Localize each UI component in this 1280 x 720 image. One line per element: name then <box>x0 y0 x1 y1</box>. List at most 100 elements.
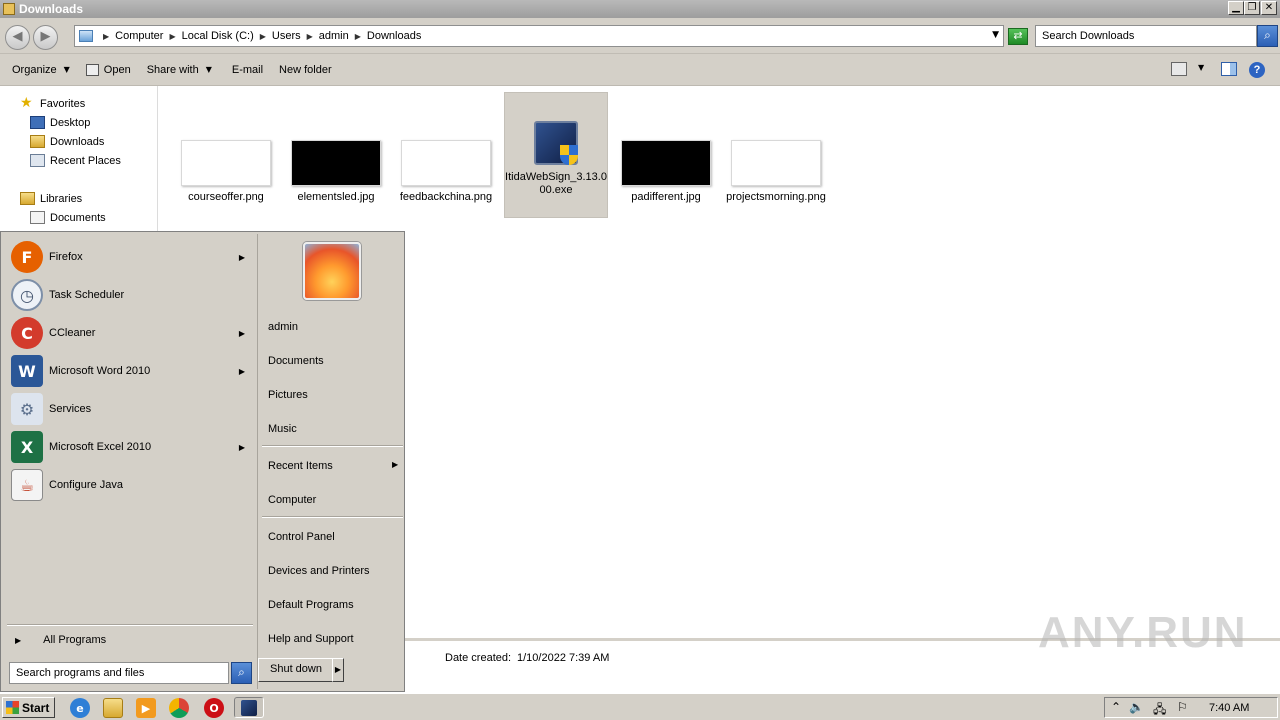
exe-installer-icon <box>534 121 578 165</box>
chevron-right-icon[interactable]: ▶ <box>169 32 175 41</box>
chrome-icon[interactable] <box>169 698 189 718</box>
nav-documents-label: Documents <box>50 211 106 224</box>
place-default-programs[interactable]: Default Programs <box>268 599 354 611</box>
breadcrumb-computer[interactable]: Computer <box>115 30 163 42</box>
address-bar[interactable]: ▶ Computer ▶ Local Disk (C:) ▶ Users ▶ a… <box>74 25 1004 47</box>
place-documents[interactable]: Documents <box>268 355 324 367</box>
shut-down-options-button[interactable]: ▶ <box>332 658 344 682</box>
minimize-button[interactable]: ▁ <box>1228 1 1244 15</box>
shut-down-button[interactable]: Shut down <box>258 658 334 682</box>
place-devices-printers[interactable]: Devices and Printers <box>268 565 370 577</box>
search-icon[interactable]: ⌕ <box>231 662 252 684</box>
uac-shield-icon <box>560 145 578 165</box>
forward-button[interactable]: ▶ <box>33 25 58 50</box>
chevron-right-icon[interactable]: ▶ <box>307 32 313 41</box>
close-button[interactable]: ✕ <box>1261 1 1277 15</box>
open-label: Open <box>103 63 131 76</box>
organize-button[interactable]: Organize ▼ <box>4 58 78 82</box>
chevron-right-icon: ▶ <box>238 328 245 338</box>
place-recent-items[interactable]: Recent Items ▶ <box>268 460 403 472</box>
place-computer[interactable]: Computer <box>268 494 316 506</box>
all-programs-button[interactable]: ▶ All Programs <box>15 634 106 646</box>
new-folder-label: New folder <box>279 63 332 76</box>
user-avatar[interactable] <box>303 242 361 300</box>
breadcrumb-downloads[interactable]: Downloads <box>367 30 421 42</box>
media-player-icon[interactable]: ▶ <box>136 698 156 718</box>
file-name: feedbackchina.png <box>399 191 493 203</box>
chevron-down-icon[interactable]: ▼ <box>992 30 999 40</box>
email-button[interactable]: E-mail <box>224 58 271 82</box>
refresh-button[interactable]: ⇄ <box>1008 28 1028 45</box>
program-excel[interactable]: X Microsoft Excel 2010 ▶ <box>11 429 251 465</box>
breadcrumb-users[interactable]: Users <box>272 30 301 42</box>
nav-documents[interactable]: Documents <box>30 211 106 224</box>
nav-favorites[interactable]: ★ Favorites <box>20 96 85 110</box>
new-folder-button[interactable]: New folder <box>271 58 340 82</box>
command-bar: Organize ▼ Open Share with ▼ E-mail New … <box>0 54 1280 86</box>
nav-downloads[interactable]: Downloads <box>30 135 104 148</box>
program-services[interactable]: ⚙ Services <box>11 391 251 427</box>
start-button[interactable]: Start <box>2 697 55 718</box>
file-item-selected[interactable]: ItidaWebSign_3.13.000.exe <box>504 92 608 218</box>
program-task-scheduler[interactable]: ◷ Task Scheduler <box>11 277 251 313</box>
start-menu-places: admin Documents Pictures Music Recent It… <box>257 234 404 689</box>
breadcrumb-local-disk[interactable]: Local Disk (C:) <box>182 30 254 42</box>
organize-label: Organize <box>12 63 57 76</box>
word-icon: W <box>11 355 43 387</box>
explorer-folder-icon[interactable] <box>103 698 123 718</box>
program-label: Microsoft Word 2010 <box>49 365 151 377</box>
chevron-down-icon[interactable]: ▼ <box>1198 63 1204 72</box>
file-item[interactable]: elementsled.jpg <box>284 140 388 204</box>
file-item[interactable]: projectsmorning.png <box>724 140 828 204</box>
place-control-panel[interactable]: Control Panel <box>268 531 335 543</box>
image-thumbnail <box>621 140 711 186</box>
preview-pane-icon[interactable] <box>1221 62 1237 76</box>
java-icon: ☕ <box>11 469 43 501</box>
program-label: Configure Java <box>49 479 123 491</box>
change-view-icon[interactable] <box>1171 62 1187 76</box>
nav-libraries[interactable]: Libraries <box>20 192 82 205</box>
window-title-bar[interactable]: Downloads ▁ ❐ ✕ <box>0 0 1280 18</box>
speaker-icon[interactable]: 🔈 <box>1129 700 1144 714</box>
search-input[interactable]: Search Downloads <box>1035 25 1257 47</box>
breadcrumb-admin[interactable]: admin <box>319 30 349 42</box>
chevron-right-icon: ▶ <box>238 442 245 452</box>
nav-desktop[interactable]: Desktop <box>30 116 90 129</box>
place-music[interactable]: Music <box>268 423 297 435</box>
file-item[interactable]: feedbackchina.png <box>394 140 498 204</box>
program-ccleaner[interactable]: C CCleaner ▶ <box>11 315 251 351</box>
start-search-input[interactable]: Search programs and files <box>9 662 229 684</box>
back-button[interactable]: ◀ <box>5 25 30 50</box>
restore-button[interactable]: ❐ <box>1244 1 1260 15</box>
help-icon[interactable]: ? <box>1249 62 1265 78</box>
program-word[interactable]: W Microsoft Word 2010 ▶ <box>11 353 251 389</box>
search-icon[interactable]: ⌕ <box>1257 25 1278 47</box>
nav-recent-places[interactable]: Recent Places <box>30 154 121 167</box>
open-button[interactable]: Open <box>78 58 139 82</box>
place-help-support[interactable]: Help and Support <box>268 633 354 645</box>
file-name: courseoffer.png <box>188 191 264 203</box>
share-with-button[interactable]: Share with ▼ <box>139 58 220 82</box>
program-firefox[interactable]: F Firefox ▶ <box>11 239 251 275</box>
desktop-icon <box>30 116 45 129</box>
ccleaner-icon: C <box>11 317 43 349</box>
installer-taskbar-button[interactable] <box>234 697 264 718</box>
place-pictures[interactable]: Pictures <box>268 389 308 401</box>
program-label: Firefox <box>49 251 83 263</box>
clock[interactable]: 7:40 AM <box>1209 702 1249 714</box>
file-item[interactable]: courseoffer.png <box>174 140 278 204</box>
program-configure-java[interactable]: ☕ Configure Java <box>11 467 251 503</box>
place-admin[interactable]: admin <box>268 321 298 333</box>
file-name: padifferent.jpg <box>631 191 701 203</box>
separator <box>262 445 403 447</box>
windows-logo-icon <box>6 701 19 714</box>
file-item[interactable]: padifferent.jpg <box>614 140 718 204</box>
chevron-right-icon[interactable]: ▶ <box>260 32 266 41</box>
internet-explorer-icon[interactable]: e <box>70 698 90 718</box>
opera-icon[interactable]: O <box>204 698 224 718</box>
action-center-flag-icon[interactable]: ⚐ <box>1177 700 1188 714</box>
chevron-up-icon[interactable]: ⌃ <box>1111 700 1121 714</box>
address-row: ◀ ▶ ▶ Computer ▶ Local Disk (C:) ▶ Users… <box>0 18 1280 54</box>
chevron-right-icon[interactable]: ▶ <box>355 32 361 41</box>
network-icon[interactable]: 🖧 <box>1153 700 1166 720</box>
